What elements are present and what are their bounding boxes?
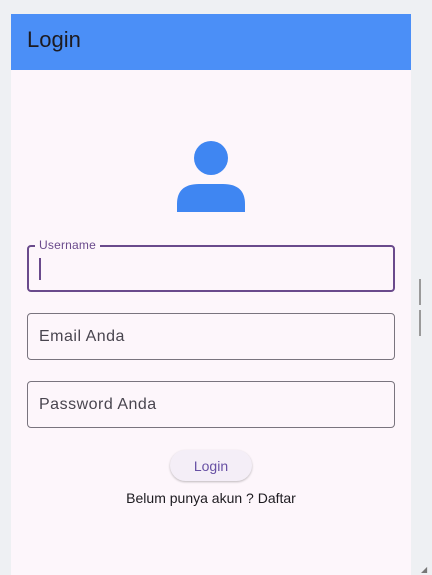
email-field[interactable]: Email Anda bbox=[27, 313, 395, 360]
login-screen: Login Username Email Anda Password Anda … bbox=[11, 14, 411, 575]
page-title: Login bbox=[27, 27, 81, 52]
username-label: Username bbox=[35, 238, 100, 252]
password-placeholder: Password Anda bbox=[39, 396, 157, 413]
register-link[interactable]: Belum punya akun ? Daftar bbox=[11, 490, 411, 506]
corner-resize-grip-icon[interactable]: ◢ bbox=[421, 566, 429, 574]
text-cursor bbox=[39, 258, 41, 280]
password-field[interactable]: Password Anda bbox=[27, 381, 395, 428]
app-bar: Login bbox=[11, 14, 411, 70]
email-placeholder: Email Anda bbox=[39, 328, 125, 345]
person-icon bbox=[177, 141, 245, 212]
login-button[interactable]: Login bbox=[170, 450, 252, 481]
window-resize-handle[interactable] bbox=[419, 279, 424, 336]
username-field[interactable]: Username bbox=[27, 238, 395, 292]
